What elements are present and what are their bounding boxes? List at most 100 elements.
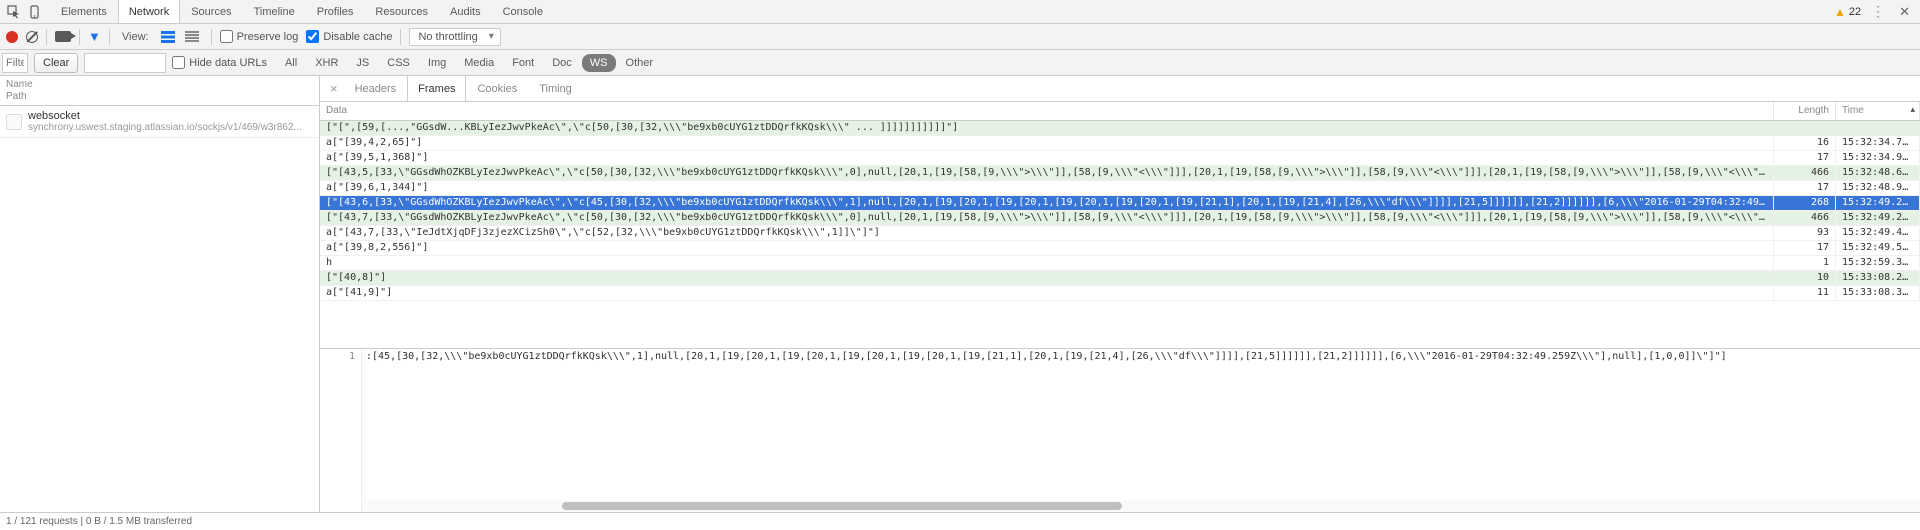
frame-length: 16 [1774,135,1836,150]
frame-row[interactable]: a["[39,5,1,368]"]1715:32:34.976 [320,150,1920,165]
view-label: View: [118,31,149,43]
tab-network[interactable]: Network [118,0,180,23]
frame-row[interactable]: a["[39,8,2,556]"]1715:32:49.531 [320,240,1920,255]
frame-data: a["[43,7,[33,\"IeJdtXjqDFj3zjezXCizSh0\"… [320,225,1774,240]
frame-row[interactable]: ["[43,5,[33,\"GGsdWhOZKBLyIezJwvPkeAc\",… [320,165,1920,180]
frame-length: 17 [1774,150,1836,165]
filter-input-short[interactable] [2,53,28,73]
frame-time: 15:32:34.739 [1836,135,1920,150]
frame-length: 17 [1774,240,1836,255]
frame-detail-pane: 1 :[45,[30,[32,\\\"be9xb0cUYG1ztDDQrfkKQ… [320,348,1920,512]
view-small-icon[interactable] [181,29,203,45]
sidebar-header: Name Path [0,76,319,106]
close-icon[interactable]: ✕ [1895,4,1914,20]
frame-row[interactable]: ["[",[59,[...,"GGsdW...KBLyIezJwvPkeAc\"… [320,120,1920,135]
hide-data-urls-checkbox[interactable]: Hide data URLs [172,56,267,69]
tab-audits[interactable]: Audits [439,0,492,23]
preserve-log-checkbox[interactable]: Preserve log [220,30,299,43]
type-filter-ws[interactable]: WS [582,54,616,72]
tab-resources[interactable]: Resources [364,0,439,23]
capture-screenshots-icon[interactable] [55,31,71,42]
frame-data: ["[43,7,[33,\"GGsdWhOZKBLyIezJwvPkeAc\",… [320,210,1774,225]
clear-filter-button[interactable]: Clear [34,53,78,73]
frame-length: 10 [1774,270,1836,285]
frame-data: ["[43,6,[33,\"GGsdWhOZKBLyIezJwvPkeAc\",… [320,195,1774,210]
frame-time: 15:32:59.311 [1836,255,1920,270]
horizontal-scrollbar[interactable] [362,500,1920,512]
inspect-icon[interactable] [6,4,22,20]
frame-row[interactable]: a["[43,7,[33,\"IeJdtXjqDFj3zjezXCizSh0\"… [320,225,1920,240]
throttling-select[interactable]: No throttling [409,28,500,46]
request-name: websocket [28,110,302,122]
frame-length [1774,120,1836,135]
disable-cache-checkbox[interactable]: Disable cache [306,30,392,43]
type-filter-other[interactable]: Other [618,54,662,72]
record-button[interactable] [6,31,18,43]
frame-time [1836,120,1920,135]
frame-time: 15:32:34.976 [1836,150,1920,165]
status-bar: 1 / 121 requests | 0 B / 1.5 MB transfer… [0,512,1920,530]
detail-line-number: 1 [320,349,362,512]
tab-elements[interactable]: Elements [50,0,118,23]
device-icon[interactable] [28,4,44,20]
tab-timeline[interactable]: Timeline [243,0,306,23]
request-row[interactable]: websocketsynchrony.uswest.staging.atlass… [0,106,319,138]
type-filter-all[interactable]: All [277,54,305,72]
frame-data: a["[41,9]"] [320,285,1774,300]
type-filter-img[interactable]: Img [420,54,454,72]
subtab-timing[interactable]: Timing [528,76,583,101]
frame-time: 15:33:08.207 [1836,270,1920,285]
type-filter-media[interactable]: Media [456,54,502,72]
frame-row[interactable]: a["[39,6,1,344]"]1715:32:48.914 [320,180,1920,195]
subtab-frames[interactable]: Frames [407,76,466,101]
warnings-badge[interactable]: ▲22 [1834,5,1861,19]
frame-data: ["[43,5,[33,\"GGsdWhOZKBLyIezJwvPkeAc\",… [320,165,1774,180]
frame-time: 15:33:08.369 [1836,285,1920,300]
frame-length: 466 [1774,165,1836,180]
col-length[interactable]: Length [1774,102,1836,120]
more-icon[interactable]: ⋮ [1867,3,1889,20]
frame-row[interactable]: a["[39,4,2,65]"]1615:32:34.739 [320,135,1920,150]
frame-time: 15:32:48.654 [1836,165,1920,180]
frame-time: 15:32:49.269 [1836,210,1920,225]
type-filter-xhr[interactable]: XHR [307,54,346,72]
type-filter-css[interactable]: CSS [379,54,418,72]
filter-icon[interactable]: ▼ [88,29,101,44]
frame-row[interactable]: ["[43,7,[33,\"GGsdWhOZKBLyIezJwvPkeAc\",… [320,210,1920,225]
detail-text: :[45,[30,[32,\\\"be9xb0cUYG1ztDDQrfkKQsk… [362,349,1920,364]
frame-length: 1 [1774,255,1836,270]
type-filter-doc[interactable]: Doc [544,54,580,72]
type-filter-js[interactable]: JS [348,54,377,72]
frame-row[interactable]: ["[40,8]"]1015:33:08.207 [320,270,1920,285]
col-data[interactable]: Data [320,102,1774,120]
filter-input[interactable] [84,53,166,73]
frame-data: a["[39,5,1,368]"] [320,150,1774,165]
frame-data: a["[39,6,1,344]"] [320,180,1774,195]
frame-data: a["[39,4,2,65]"] [320,135,1774,150]
frame-row[interactable]: a["[41,9]"]1115:33:08.369 [320,285,1920,300]
subtab-cookies[interactable]: Cookies [466,76,528,101]
frame-data: ["[",[59,[...,"GGsdW...KBLyIezJwvPkeAc\"… [320,120,1774,135]
tab-profiles[interactable]: Profiles [306,0,365,23]
frame-time: 15:32:49.268 [1836,195,1920,210]
frame-length: 93 [1774,225,1836,240]
frame-time: 15:32:48.914 [1836,180,1920,195]
frame-time: 15:32:49.458 [1836,225,1920,240]
frame-length: 268 [1774,195,1836,210]
frame-row[interactable]: h115:32:59.311 [320,255,1920,270]
warning-icon: ▲ [1834,5,1846,19]
tab-console[interactable]: Console [492,0,554,23]
frame-row[interactable]: ["[43,6,[33,\"GGsdWhOZKBLyIezJwvPkeAc\",… [320,195,1920,210]
frame-data: a["[39,8,2,556]"] [320,240,1774,255]
request-path: synchrony.uswest.staging.atlassian.io/so… [28,122,302,133]
frame-length: 11 [1774,285,1836,300]
tab-sources[interactable]: Sources [180,0,242,23]
frame-data: h [320,255,1774,270]
subtab-headers[interactable]: Headers [344,76,408,101]
view-large-icon[interactable] [157,29,179,45]
frame-data: ["[40,8]"] [320,270,1774,285]
col-time[interactable]: Time [1836,102,1920,120]
clear-button[interactable] [26,31,38,43]
close-panel-icon[interactable]: × [324,76,344,101]
type-filter-font[interactable]: Font [504,54,542,72]
